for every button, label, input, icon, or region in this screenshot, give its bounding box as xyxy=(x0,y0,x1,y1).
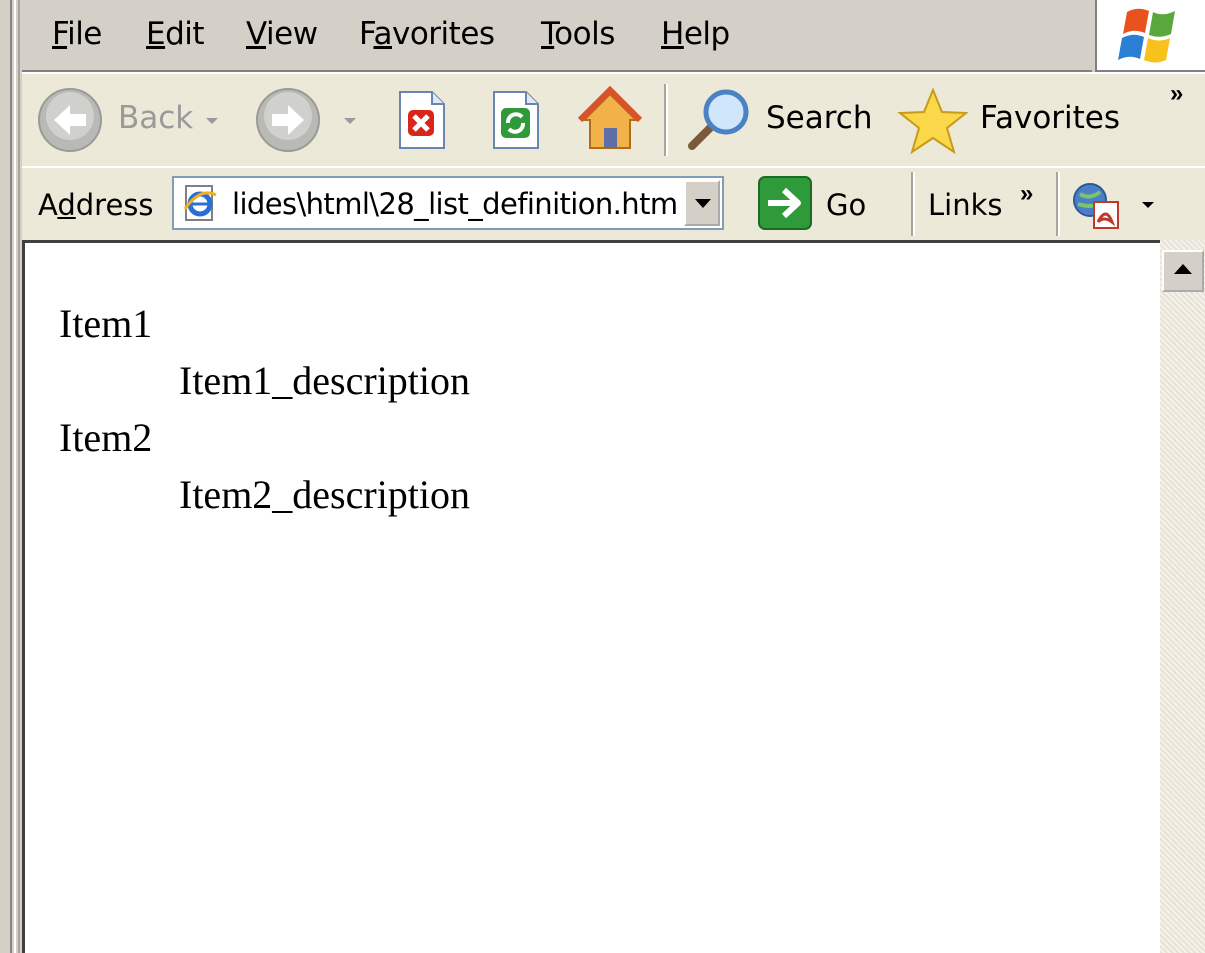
menu-help-label: elp xyxy=(683,16,730,52)
definition-description: Item2_description xyxy=(179,472,471,517)
frame-line xyxy=(14,0,16,953)
scroll-up-button[interactable] xyxy=(1162,250,1204,292)
toolbar-overflow-chevron[interactable]: » xyxy=(1170,80,1183,108)
search-label: Search xyxy=(766,100,873,136)
pdf-globe-icon xyxy=(1073,183,1119,229)
menu-bar: File Edit View Favorites Tools Help xyxy=(22,0,1092,72)
home-icon xyxy=(577,85,643,149)
back-button[interactable]: Back xyxy=(36,86,218,154)
forward-button[interactable] xyxy=(254,86,366,154)
windows-logo-box xyxy=(1095,0,1205,72)
definition-description: Item1_description xyxy=(179,358,471,403)
forward-dropdown-arrow-icon xyxy=(344,118,356,124)
menu-view[interactable]: View xyxy=(246,16,318,52)
menu-tools-accelerator: T xyxy=(541,16,555,52)
address-bar: Address lides\html\28_list_definition.ht… xyxy=(22,166,1205,242)
back-arrow-icon xyxy=(38,88,102,152)
menu-view-label: iew xyxy=(266,16,318,52)
window-left-frame xyxy=(0,0,22,953)
vertical-scrollbar[interactable] xyxy=(1160,240,1205,953)
toolbar-separator xyxy=(664,84,668,156)
stop-icon xyxy=(399,91,445,149)
page-content: Item1 Item1_description Item2 Item2_desc… xyxy=(22,240,1160,953)
go-button[interactable]: Go xyxy=(756,174,872,234)
menu-view-accelerator: V xyxy=(246,16,267,52)
menu-edit[interactable]: Edit xyxy=(146,16,205,52)
links-overflow-chevron: » xyxy=(1020,180,1034,207)
refresh-icon xyxy=(493,91,539,149)
menu-file[interactable]: File xyxy=(52,16,102,52)
menu-favorites-label: vorites xyxy=(392,16,495,52)
menu-favorites-prefix: F xyxy=(359,16,374,52)
address-input[interactable]: lides\html\28_list_definition.htm xyxy=(172,176,724,230)
search-button[interactable]: Search xyxy=(682,86,873,154)
favorites-star-icon xyxy=(897,87,969,154)
address-label: Address xyxy=(38,188,154,222)
address-label-rest: dress xyxy=(75,188,154,222)
definition-term: Item1 xyxy=(59,301,153,346)
standard-toolbar: Back Search Favorites » xyxy=(22,72,1205,168)
go-arrow-icon xyxy=(758,176,812,230)
forward-arrow-icon xyxy=(256,88,320,152)
ie-page-icon xyxy=(183,185,217,221)
menu-tools[interactable]: Tools xyxy=(541,16,615,52)
refresh-button[interactable] xyxy=(486,86,546,154)
go-label: Go xyxy=(826,188,867,222)
search-icon xyxy=(688,89,749,150)
address-dropdown-button[interactable] xyxy=(684,180,720,226)
windows-flag-icon xyxy=(1118,8,1175,63)
address-separator xyxy=(911,172,915,236)
menu-help-accelerator: H xyxy=(661,16,684,52)
favorites-label: Favorites xyxy=(980,100,1121,136)
address-value: lides\html\28_list_definition.htm xyxy=(232,187,678,221)
menu-help[interactable]: Help xyxy=(661,16,730,52)
definition-list: Item1 Item1_description Item2 Item2_desc… xyxy=(59,295,470,523)
home-button[interactable] xyxy=(574,85,646,154)
back-dropdown-arrow-icon xyxy=(206,118,218,124)
back-label: Back xyxy=(118,100,194,136)
links-button[interactable]: Links » xyxy=(926,174,1046,234)
menu-favorites[interactable]: Favorites xyxy=(359,16,495,52)
pdf-dropdown-arrow-icon xyxy=(1142,202,1154,208)
stop-button[interactable] xyxy=(392,86,452,154)
definition-term: Item2 xyxy=(59,415,153,460)
frame-line xyxy=(18,0,20,953)
pdf-tool-button[interactable] xyxy=(1070,174,1160,234)
menu-file-accelerator: F xyxy=(52,16,68,52)
address-label-prefix: A xyxy=(38,188,58,222)
menu-edit-accelerator: E xyxy=(146,16,166,52)
menu-edit-label: dit xyxy=(165,16,205,52)
menu-tools-label: ools xyxy=(554,16,615,52)
links-separator xyxy=(1056,172,1060,236)
menu-favorites-accelerator: a xyxy=(373,16,393,52)
links-label: Links xyxy=(928,188,1003,222)
favorites-button[interactable]: Favorites xyxy=(896,86,1136,154)
address-label-accelerator: d xyxy=(57,188,76,222)
menu-file-label: ile xyxy=(67,16,102,52)
frame-line xyxy=(10,0,12,953)
